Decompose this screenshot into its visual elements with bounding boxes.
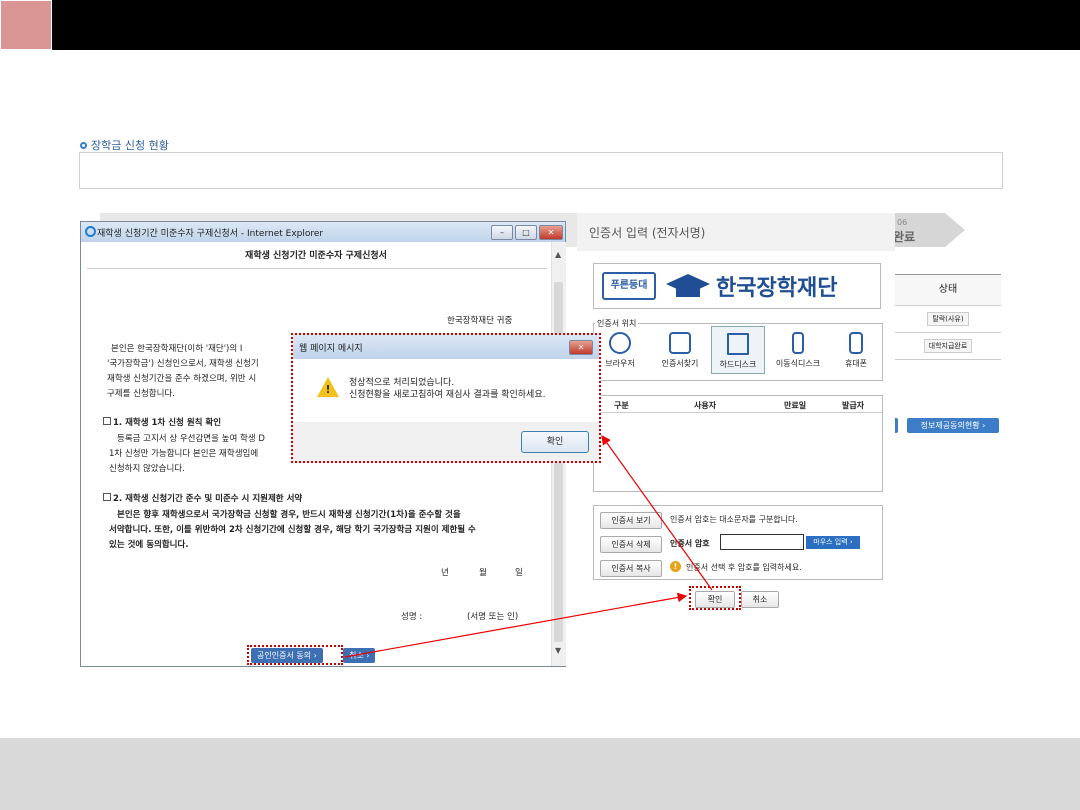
arrow-to-dialog: [601, 435, 713, 591]
arrow-to-confirm: [344, 592, 688, 658]
location-label: 인증서 위치: [595, 318, 639, 329]
annotation-arrows: [344, 435, 713, 658]
